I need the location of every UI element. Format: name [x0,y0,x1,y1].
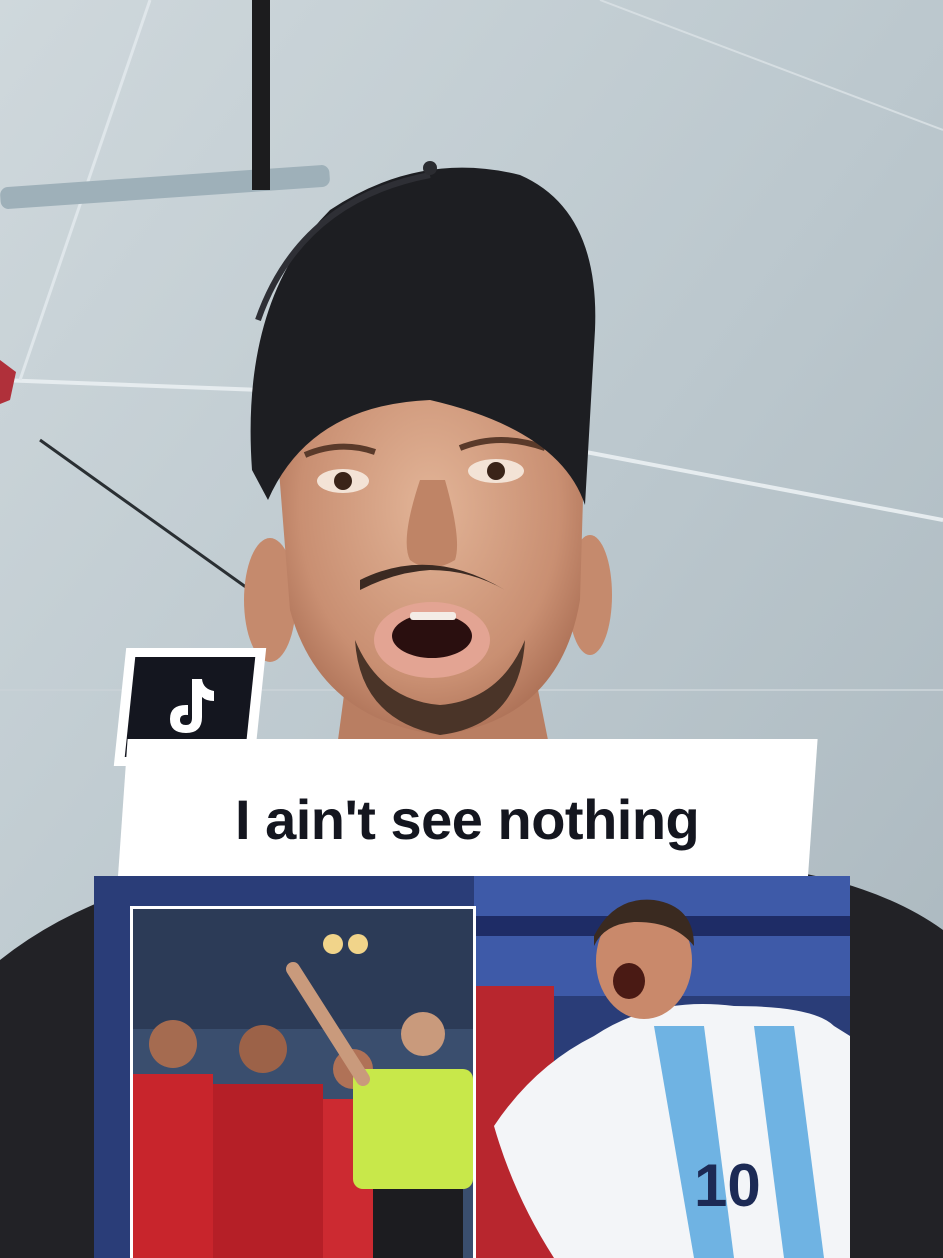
tiktok-note-icon [170,679,214,733]
caption-banner: I ain't see nothing [116,739,818,899]
caption-text: I ain't see nothing [234,787,700,851]
svg-text:10: 10 [694,1152,761,1219]
referee-confrontation-photo [130,906,476,1258]
soccer-photo-collage: 10 [94,876,850,1258]
